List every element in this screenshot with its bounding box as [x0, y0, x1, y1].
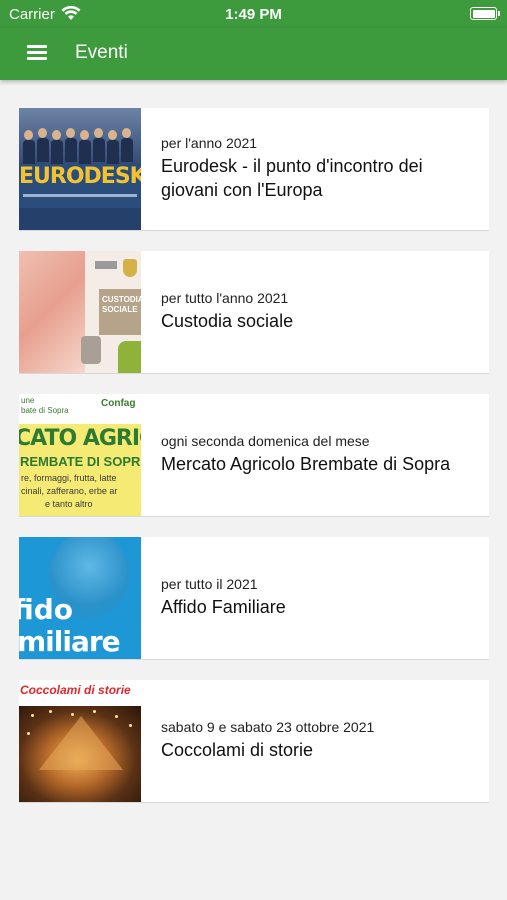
event-image-coccolami-di-storie: Coccolami di storie: [19, 680, 141, 802]
events-list: EURODESK per l'anno 2021 Eurodesk - il p…: [19, 108, 489, 823]
event-title: Mercato Agricolo Brembate di Sopra: [161, 454, 451, 475]
confagricoltura-logo: Confag: [101, 398, 136, 409]
event-title: Custodia sociale: [161, 311, 294, 332]
event-image-mercato-agricolo: unebate di Sopra Confag CATO AGRIC REMBA…: [19, 394, 141, 516]
page-title: Eventi: [75, 42, 128, 63]
municipal-crest-icon: [123, 259, 137, 277]
event-card-affido-familiare[interactable]: fido miliare per tutto il 2021 Affido Fa…: [19, 537, 489, 660]
event-card-coccolami-di-storie[interactable]: Coccolami di storie sabato 9 e sabato 23…: [19, 680, 489, 803]
eurodesk-logo-text: EURODESK: [19, 164, 141, 189]
event-card-custodia-sociale[interactable]: CUSTODIA SOCIALE per tutto l'anno 2021 Cu…: [19, 251, 489, 374]
event-date: ogni seconda domenica del mese: [161, 433, 370, 450]
event-title: Coccolami di storie: [161, 740, 314, 761]
app-bar: Eventi: [0, 28, 507, 80]
battery-icon: [470, 7, 500, 20]
event-date: sabato 9 e sabato 23 ottobre 2021: [161, 719, 375, 736]
event-card-mercato-agricolo[interactable]: unebate di Sopra Confag CATO AGRIC REMBA…: [19, 394, 489, 517]
event-title: Eurodesk - il punto d'incontro dei giova…: [161, 156, 423, 200]
event-title: Affido Familiare: [161, 597, 286, 618]
event-date: per tutto il 2021: [161, 576, 258, 593]
event-image-eurodesk: EURODESK: [19, 108, 141, 230]
event-date: per tutto l'anno 2021: [161, 290, 289, 307]
event-image-affido-familiare: fido miliare: [19, 537, 141, 659]
event-date: per l'anno 2021: [161, 135, 258, 152]
event-card-eurodesk[interactable]: EURODESK per l'anno 2021 Eurodesk - il p…: [19, 108, 489, 231]
clock: 1:49 PM: [225, 6, 282, 23]
event-image-custodia-sociale: CUSTODIA SOCIALE: [19, 251, 141, 373]
status-bar: Carrier 1:49 PM: [0, 0, 507, 28]
hamburger-menu-icon[interactable]: [26, 41, 50, 65]
